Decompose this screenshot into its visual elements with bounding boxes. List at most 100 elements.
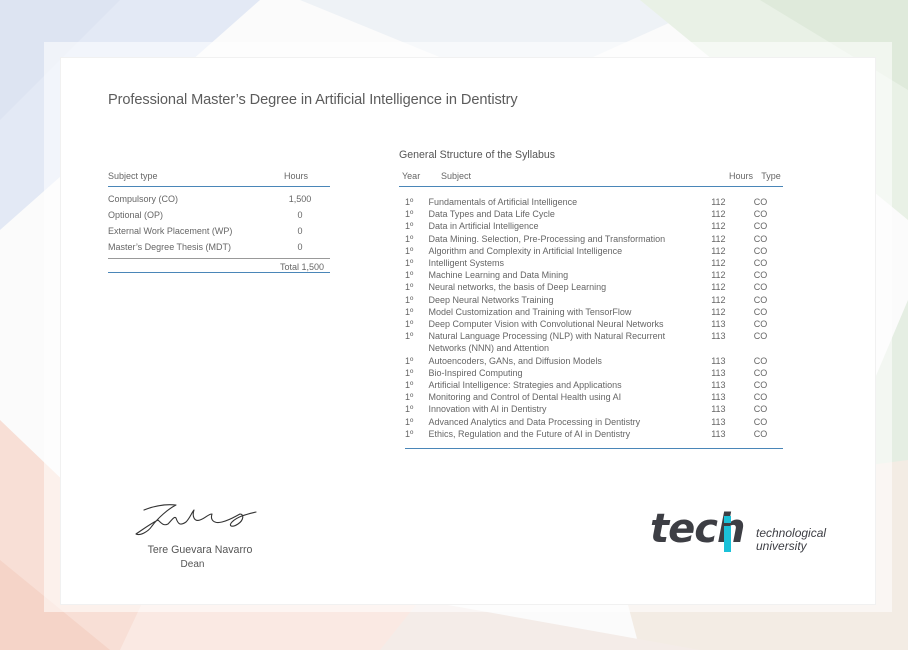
- syllabus-year: 1º: [405, 209, 414, 220]
- syllabus-type: CO: [753, 233, 768, 244]
- syllabus-year: 1º: [405, 270, 414, 281]
- summary-total: Total 1,500: [108, 259, 330, 273]
- syllabus-subject: Ethics, Regulation and the Future of AI …: [428, 428, 631, 439]
- syllabus-year: 1º: [405, 245, 414, 256]
- syllabus-year: 1º: [405, 367, 414, 378]
- syllabus-subject: Artificial Intelligence: Strategies and …: [428, 380, 622, 391]
- syllabus-hours: 113: [711, 404, 726, 415]
- syllabus-title: General Structure of the Syllabus: [399, 149, 556, 161]
- syllabus-row: 1º Data Types and Data Life Cycle 112 CO: [405, 208, 783, 220]
- syllabus-hours: 112: [711, 221, 726, 232]
- syllabus-subject: Innovation with AI in Dentistry: [428, 404, 547, 415]
- syllabus-hours: 112: [711, 294, 726, 305]
- syllabus-type: CO: [753, 270, 768, 281]
- syllabus-year: 1º: [405, 306, 414, 317]
- syllabus-subject: Intelligent Systems: [428, 258, 505, 269]
- syllabus-type: CO: [753, 294, 768, 305]
- signatory-role: Dean: [180, 559, 205, 570]
- dean-signature: [135, 504, 257, 536]
- syllabus-type: CO: [753, 428, 768, 439]
- logo-tagline-line2: university: [756, 539, 807, 553]
- syllabus-rows: 1º Fundamentals of Artificial Intelligenc…: [405, 187, 783, 450]
- summary-row: External Work Placement (WP) 0: [108, 223, 330, 239]
- syllabus-hours: 113: [711, 380, 726, 391]
- syllabus-year: 1º: [405, 258, 414, 269]
- summary-type: Compulsory (CO): [108, 194, 179, 204]
- syllabus-type: CO: [753, 245, 768, 256]
- syllabus-year: 1º: [405, 380, 414, 391]
- syllabus-subject: Model Customization and Training with Te…: [428, 306, 632, 317]
- syllabus-year: 1º: [405, 404, 414, 415]
- syllabus-subject: Advanced Analytics and Data Processing i…: [428, 416, 641, 427]
- syllabus-type: CO: [753, 221, 768, 232]
- summary-type: Master’s Degree Thesis (MDT): [108, 242, 232, 252]
- syllabus-type: CO: [753, 355, 768, 366]
- summary-hours: 0: [297, 242, 303, 252]
- summary-hours: 0: [297, 210, 303, 220]
- summary-type: External Work Placement (WP): [108, 226, 233, 236]
- syllabus-type: CO: [753, 209, 768, 220]
- summary-header-hours: Hours: [283, 171, 308, 181]
- syllabus-subject: Natural Language Processing (NLP) with N…: [428, 331, 666, 354]
- syllabus-year: 1º: [405, 416, 414, 427]
- syllabus-year: 1º: [405, 221, 414, 232]
- syllabus-row: 1º Deep Neural Networks Training 112 CO: [405, 294, 783, 306]
- syllabus-subject: Bio-Inspired Computing: [428, 367, 523, 378]
- summary-header-type: Subject type: [108, 171, 158, 181]
- syllabus-row: 1º Bio-Inspired Computing 113 CO: [405, 367, 783, 379]
- summary-row: Master’s Degree Thesis (MDT) 0: [108, 239, 330, 255]
- syllabus-hours: 113: [711, 367, 726, 378]
- syllabus-year: 1º: [405, 197, 414, 207]
- syllabus-hours: 112: [711, 306, 726, 317]
- syllabus-subject: Monitoring and Control of Dental Health …: [428, 392, 622, 403]
- syllabus-hours: 112: [711, 270, 726, 281]
- syllabus-subject: Neural networks, the basis of Deep Learn…: [428, 282, 607, 293]
- logo-tagline: technological university: [756, 527, 826, 553]
- syllabus-hours: 112: [711, 282, 726, 293]
- syllabus-subject: Deep Neural Networks Training: [428, 294, 554, 305]
- syllabus-hours: 112: [711, 197, 726, 207]
- syllabus-type: CO: [753, 416, 768, 427]
- syllabus-subject: Deep Computer Vision with Convolutional …: [428, 319, 664, 330]
- syllabus-hours: 113: [711, 416, 726, 427]
- syllabus-subject: Fundamentals of Artificial Intelligence: [428, 197, 578, 207]
- syllabus-row: 1º Advanced Analytics and Data Processing…: [405, 416, 783, 428]
- syllabus-row: 1º Autoencoders, GANs, and Diffusion Mode…: [405, 355, 783, 367]
- syllabus-year: 1º: [405, 294, 414, 305]
- syllabus-year: 1º: [405, 319, 414, 330]
- syllabus-type: CO: [753, 319, 768, 330]
- summary-type: Optional (OP): [108, 210, 164, 220]
- syllabus-row: 1º Ethics, Regulation and the Future of A…: [405, 428, 783, 440]
- syllabus-row: 1º Neural networks, the basis of Deep Lea…: [405, 281, 783, 293]
- tech-logo: tech technological university: [650, 506, 840, 562]
- syllabus-table: Year Subject Hours Type 1º Fundamentals o…: [399, 171, 783, 450]
- syllabus-hours: 112: [711, 258, 726, 269]
- syllabus-header-type: Type: [761, 171, 781, 181]
- syllabus-year: 1º: [405, 428, 414, 439]
- syllabus-hours: 112: [711, 233, 726, 244]
- syllabus-row: 1º Machine Learning and Data Mining 112 CO: [405, 269, 783, 281]
- syllabus-row: 1º Data Mining. Selection, Pre-Processing…: [405, 233, 783, 245]
- syllabus-row: 1º Model Customization and Training with …: [405, 306, 783, 318]
- syllabus-subject: Algorithm and Complexity in Artificial I…: [428, 245, 623, 256]
- syllabus-year: 1º: [405, 331, 414, 342]
- summary-header: Subject type Hours: [108, 171, 330, 187]
- syllabus-type: CO: [753, 404, 768, 415]
- syllabus-type: CO: [753, 392, 768, 403]
- syllabus-type: CO: [753, 258, 768, 269]
- syllabus-header: Year Subject Hours Type: [399, 171, 783, 187]
- subject-type-table: Subject type Hours Compulsory (CO) 1,500…: [108, 171, 330, 273]
- syllabus-hours: 113: [711, 331, 726, 342]
- syllabus-year: 1º: [405, 392, 414, 403]
- syllabus-row: 1º Fundamentals of Artificial Intelligenc…: [405, 196, 783, 208]
- syllabus-row: 1º Intelligent Systems 112 CO: [405, 257, 783, 269]
- syllabus-subject: Autoencoders, GANs, and Diffusion Models: [428, 355, 602, 366]
- summary-row: Compulsory (CO) 1,500: [108, 191, 330, 207]
- syllabus-year: 1º: [405, 233, 414, 244]
- syllabus-year: 1º: [405, 282, 414, 293]
- syllabus-hours: 113: [711, 355, 726, 366]
- syllabus-header-subject: Subject: [441, 171, 472, 181]
- syllabus-subject: Data Types and Data Life Cycle: [428, 209, 555, 220]
- syllabus-header-hours: Hours: [728, 171, 753, 181]
- summary-row: Optional (OP) 0: [108, 207, 330, 223]
